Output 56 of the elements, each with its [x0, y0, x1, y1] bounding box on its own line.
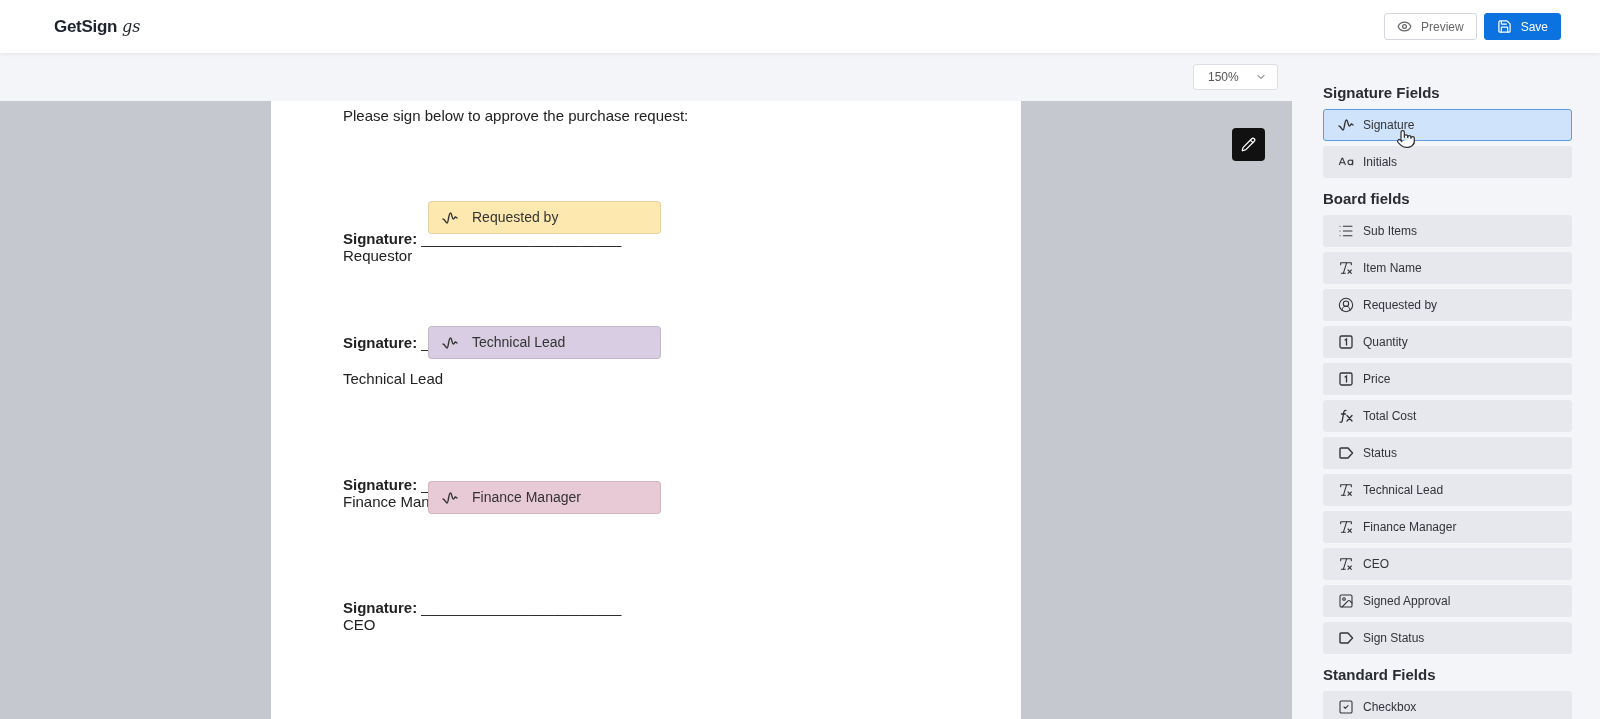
- checkbox-icon: [1338, 699, 1354, 715]
- section-title: Board fields: [1323, 189, 1411, 209]
- field-item[interactable]: Requested by: [1323, 289, 1572, 321]
- field-item[interactable]: Quantity: [1323, 326, 1572, 358]
- image-icon: [1338, 593, 1354, 609]
- signature-label: Signature:: [343, 476, 418, 493]
- signature-label: Signature:: [343, 599, 418, 616]
- clear-format-icon: [1338, 482, 1354, 498]
- signature-icon: [442, 209, 458, 226]
- field-item[interactable]: Checkbox: [1323, 691, 1572, 719]
- signature-field[interactable]: Requested by: [428, 201, 661, 234]
- signature-icon: [442, 489, 458, 506]
- list-icon: [1338, 223, 1354, 239]
- clear-format-icon: [1338, 556, 1354, 572]
- section-title: Signature Fields: [1323, 83, 1441, 103]
- save-icon: [1496, 19, 1512, 34]
- logo-name: GetSign: [54, 16, 118, 37]
- document-text: Please sign below to approve the purchase request:: [343, 107, 690, 124]
- number-icon: [1338, 371, 1354, 387]
- field-item[interactable]: Sub Items: [1323, 215, 1572, 247]
- role-text: CEO: [343, 616, 376, 633]
- edit-button[interactable]: [1232, 128, 1265, 161]
- logo-mark: gs: [122, 16, 141, 36]
- eye-icon: [1396, 19, 1412, 34]
- clear-format-icon: [1338, 519, 1354, 535]
- field-item[interactable]: Signed Approval: [1323, 585, 1572, 617]
- field-item[interactable]: CEO: [1323, 548, 1572, 580]
- field-item[interactable]: Signature: [1323, 109, 1572, 141]
- field-item[interactable]: Item Name: [1323, 252, 1572, 284]
- function-icon: [1338, 408, 1354, 424]
- signature-label: Signature:: [343, 230, 418, 247]
- zoom-select[interactable]: 150%: [1193, 64, 1278, 90]
- field-item[interactable]: Technical Lead: [1323, 474, 1572, 506]
- signature-field[interactable]: Finance Manager: [428, 481, 661, 514]
- field-item[interactable]: Total Cost: [1323, 400, 1572, 432]
- role-text: Requestor: [343, 247, 413, 264]
- field-item[interactable]: Status: [1323, 437, 1572, 469]
- signature-line: ________________________: [421, 599, 622, 616]
- signature-icon: [1338, 117, 1354, 133]
- save-button[interactable]: Save: [1483, 13, 1561, 40]
- field-item[interactable]: Finance Manager: [1323, 511, 1572, 543]
- number-icon: [1338, 334, 1354, 350]
- signature-field[interactable]: Technical Lead: [428, 326, 661, 359]
- tag-icon: [1338, 631, 1354, 645]
- user-icon: [1338, 297, 1354, 313]
- pencil-icon: [1241, 137, 1256, 152]
- clear-format-icon: [1338, 260, 1354, 276]
- tag-icon: [1338, 446, 1354, 460]
- field-item[interactable]: Sign Status: [1323, 622, 1572, 654]
- field-item[interactable]: Price: [1323, 363, 1572, 395]
- role-text: Technical Lead: [343, 370, 444, 387]
- section-title: Standard Fields: [1323, 665, 1437, 685]
- signature-label: Signature:: [343, 334, 418, 351]
- preview-button[interactable]: Preview: [1383, 13, 1477, 40]
- signature-icon: [442, 334, 458, 351]
- field-item[interactable]: Initials: [1323, 146, 1572, 178]
